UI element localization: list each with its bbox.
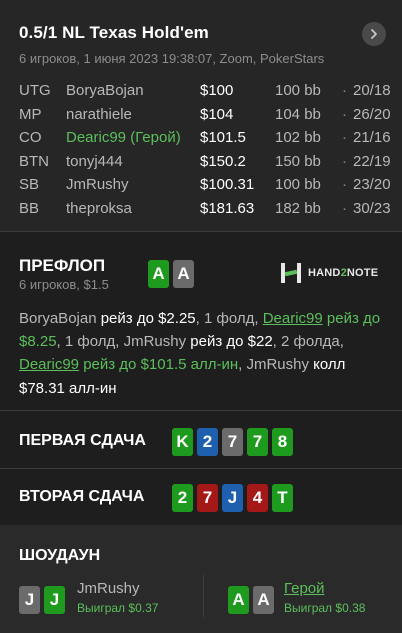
separator-dot: ·	[342, 152, 347, 170]
action-segment: рейз до $2.25	[100, 310, 196, 327]
hand2note-logo: HAND2NOTE	[279, 261, 378, 285]
player-position: MP	[19, 105, 42, 123]
separator-dot: ·	[342, 129, 347, 146]
player-stack: $104	[200, 105, 234, 123]
hero-name-link[interactable]: Герой	[284, 580, 325, 597]
preflop-subtitle: 6 игроков, $1.5	[19, 277, 109, 292]
action-segment: рейз до $22	[190, 333, 273, 351]
player-stack-bb: 100 bb	[275, 82, 321, 99]
action-segment: , 1 фолд, JmRushy	[56, 333, 191, 351]
player-position: BTN	[19, 152, 49, 170]
playing-card: J	[222, 484, 243, 512]
player-stack-bb: 182 bb	[275, 199, 321, 217]
playing-card: 2	[197, 428, 218, 456]
player-position: SB	[19, 176, 40, 193]
player-stack: $100.31	[200, 176, 255, 193]
separator-dot: ·	[342, 105, 347, 123]
player-name[interactable]: narathiele	[66, 106, 194, 123]
playing-card: 4	[247, 484, 268, 512]
playing-card: 8	[272, 428, 293, 456]
action-segment: BoryaBojan	[19, 310, 101, 327]
player-stats: 20/18	[353, 82, 391, 99]
hero-hole-cards: AA	[148, 260, 194, 288]
player-row: BTN tonyj444 $150.2 150 bb · 22/19	[19, 152, 391, 177]
first-run-board: K2778	[172, 428, 293, 456]
next-hand-button[interactable]	[362, 22, 386, 46]
action-segment: , 1 фолд,	[195, 310, 263, 327]
chevron-right-icon	[371, 29, 377, 39]
villain-name[interactable]: JmRushy	[77, 580, 140, 597]
hero-winnings: Выиграл $0.38	[284, 601, 366, 615]
player-row: BB theproksa $181.63 182 bb · 30/23	[19, 199, 391, 224]
playing-card: 7	[247, 428, 268, 456]
separator-dot: ·	[342, 176, 347, 193]
player-stats: 21/16	[353, 129, 391, 146]
player-stats: 30/23	[353, 199, 391, 217]
player-name[interactable]: Dearic99 (Герой)	[66, 129, 194, 146]
divider	[0, 231, 402, 232]
hand-title: 0.5/1 NL Texas Hold'em	[19, 23, 209, 42]
hand2note-logo-icon	[281, 263, 301, 283]
player-position: UTG	[19, 82, 51, 99]
player-row: SB JmRushy $100.31 100 bb · 23/20	[19, 176, 391, 200]
playing-card: 7	[197, 484, 218, 512]
hand-subtitle: 6 игроков, 1 июня 2023 19:38:07, Zoom, P…	[19, 51, 325, 66]
hand-header: 0.5/1 NL Texas Hold'em 6 игроков, 1 июня…	[0, 0, 402, 231]
villain-winnings: Выиграл $0.37	[77, 601, 159, 615]
player-stats: 23/20	[353, 176, 391, 193]
divider	[0, 410, 402, 411]
player-stack: $100	[200, 82, 234, 99]
player-stack: $101.5	[200, 129, 246, 146]
preflop-title: ПРЕФЛОП	[19, 256, 106, 275]
player-name[interactable]: theproksa	[66, 200, 194, 217]
action-segment: рейз до $101.5 алл-ин	[79, 356, 239, 374]
player-stack-bb: 100 bb	[275, 176, 321, 193]
second-run-board: 27J4T	[172, 484, 293, 512]
playing-card: A	[173, 260, 194, 288]
separator-dot: ·	[342, 199, 347, 217]
player-stats: 22/19	[353, 152, 391, 170]
preflop-action-log: BoryaBojan рейз до $2.25, 1 фолд, Dearic…	[19, 307, 387, 400]
playing-card: 2	[172, 484, 193, 512]
playing-card: A	[253, 586, 274, 614]
player-name[interactable]: JmRushy	[66, 176, 194, 193]
player-stack: $181.63	[200, 199, 255, 217]
villain-hole-cards: JJ	[19, 586, 65, 614]
first-run-title: ПЕРВАЯ СДАЧА	[19, 432, 146, 449]
playing-card: A	[148, 260, 169, 288]
player-stack-bb: 150 bb	[275, 152, 321, 170]
action-segment: , JmRushy	[238, 356, 314, 374]
player-link[interactable]: Dearic99	[19, 356, 79, 373]
showdown-title: ШОУДАУН	[19, 547, 101, 564]
player-position: CO	[19, 129, 42, 146]
hero-showdown-cards: AA	[228, 586, 274, 614]
player-row: CO Dearic99 (Герой) $101.5 102 bb · 21/16	[19, 129, 391, 153]
player-name[interactable]: tonyj444	[66, 153, 194, 170]
separator-dot: ·	[342, 82, 347, 99]
players-table: UTG BoryaBojan $100 100 bb · 20/18 MP narathiel…	[19, 82, 391, 224]
showdown-divider	[203, 575, 204, 617]
playing-card: 7	[222, 428, 243, 456]
player-link[interactable]: Dearic99	[263, 310, 323, 327]
playing-card: A	[228, 586, 249, 614]
playing-card: J	[19, 586, 40, 614]
player-name[interactable]: BoryaBojan	[66, 82, 194, 99]
second-run-title: ВТОРАЯ СДАЧА	[19, 488, 145, 505]
player-stack: $150.2	[200, 152, 246, 170]
player-stats: 26/20	[353, 105, 391, 123]
playing-card: T	[272, 484, 293, 512]
action-segment: , 2 фолда,	[272, 333, 344, 351]
player-row: MP narathiele $104 104 bb · 26/20	[19, 105, 391, 130]
player-stack-bb: 104 bb	[275, 105, 321, 123]
player-stack-bb: 102 bb	[275, 129, 321, 146]
playing-card: K	[172, 428, 193, 456]
showdown-section: ШОУДАУН JJ JmRushy Выиграл $0.37 AA Геро…	[0, 525, 402, 633]
player-position: BB	[19, 199, 40, 217]
divider	[0, 468, 402, 469]
playing-card: J	[44, 586, 65, 614]
player-row: UTG BoryaBojan $100 100 bb · 20/18	[19, 82, 391, 106]
